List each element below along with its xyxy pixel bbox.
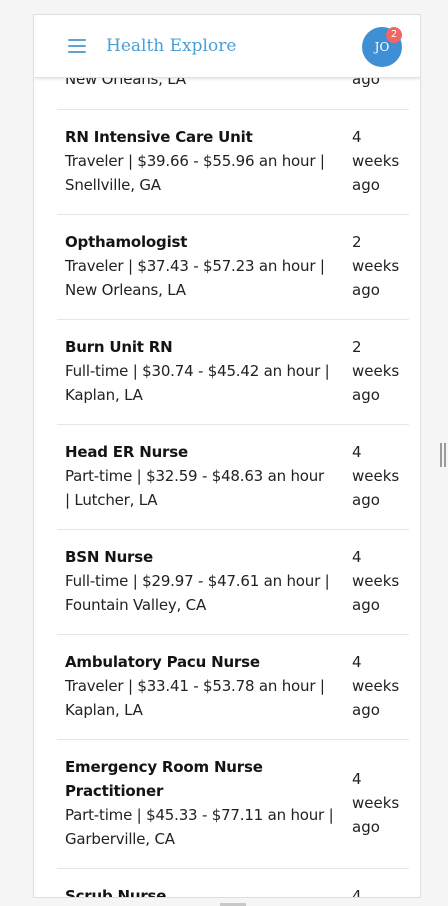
job-posted-time: 4 weeks ago xyxy=(352,440,407,512)
job-title: RN Intensive Care Unit xyxy=(65,128,253,146)
job-posted-time: 4 weeks ago xyxy=(352,650,407,722)
time-number: 2 xyxy=(352,233,362,251)
time-suffix: ago xyxy=(352,281,380,299)
job-list-item[interactable]: Burn Unit RN Full-time | $30.74 - $45.42… xyxy=(57,319,409,425)
app-title[interactable]: Health Explore xyxy=(106,36,236,56)
job-location: | Lutcher, LA xyxy=(65,491,158,509)
job-details: Traveler | $33.41 - $53.78 an hour | xyxy=(65,677,325,695)
job-title: BSN Nurse xyxy=(65,548,153,566)
job-info: Scrub Nurse xyxy=(65,884,350,898)
job-title: Ambulatory Pacu Nurse xyxy=(65,653,260,671)
notification-badge: 2 xyxy=(386,27,402,43)
job-posted-time: 4 weeks ago xyxy=(352,545,407,617)
job-details: Part-time | $45.33 - $77.11 an hour | xyxy=(65,806,334,824)
job-list-item[interactable]: Head ER Nurse Part-time | $32.59 - $48.6… xyxy=(57,424,409,530)
time-number: 4 xyxy=(352,443,362,461)
job-info: Ambulatory Pacu Nurse Traveler | $33.41 … xyxy=(65,650,350,722)
job-location: New Orleans, LA xyxy=(65,281,186,299)
job-location: Garberville, CA xyxy=(65,830,175,848)
job-info: Opthamologist Traveler | $37.43 - $57.23… xyxy=(65,230,350,302)
time-unit: weeks xyxy=(352,572,400,590)
job-info: Burn Unit RN Full-time | $30.74 - $45.42… xyxy=(65,335,350,407)
time-number: 4 xyxy=(352,128,362,146)
job-details: Traveler | $39.66 - $55.96 an hour | xyxy=(65,152,325,170)
job-posted-time: 4 xyxy=(352,887,362,898)
job-info: RN Intensive Care Unit Traveler | $39.66… xyxy=(65,125,350,197)
time-number: 4 xyxy=(352,653,362,671)
job-details: Traveler | $37.43 - $57.23 an hour | xyxy=(65,257,325,275)
job-title-line-1: Emergency Room Nurse xyxy=(65,758,263,776)
job-info: Head ER Nurse Part-time | $32.59 - $48.6… xyxy=(65,440,350,512)
job-location: Kaplan, LA xyxy=(65,386,143,404)
scroll-grip-icon[interactable] xyxy=(440,443,446,467)
job-list-item[interactable]: Ambulatory Pacu Nurse Traveler | $33.41 … xyxy=(57,634,409,740)
hamburger-menu-icon[interactable] xyxy=(68,39,86,53)
time-unit: weeks xyxy=(352,467,400,485)
time-number: 4 xyxy=(352,770,362,788)
job-details: Full-time | $29.97 - $47.61 an hour | xyxy=(65,572,330,590)
time-suffix: ago xyxy=(352,176,380,194)
job-list-item[interactable]: BSN Nurse Full-time | $29.97 - $47.61 an… xyxy=(57,529,409,635)
job-details: Part-time | $32.59 - $48.63 an hour xyxy=(65,467,325,485)
job-posted-time: 2 weeks ago xyxy=(352,230,407,302)
time-unit: weeks xyxy=(352,677,400,695)
app-header: Health Explore JO 2 xyxy=(34,15,420,78)
job-location: Fountain Valley, CA xyxy=(65,596,206,614)
job-list-item[interactable]: Emergency Room Nurse Practitioner Part-t… xyxy=(57,739,409,869)
job-title: Scrub Nurse xyxy=(65,887,167,898)
time-suffix: ago xyxy=(352,386,380,404)
time-number: 4 xyxy=(352,548,362,566)
job-info: BSN Nurse Full-time | $29.97 - $47.61 an… xyxy=(65,545,350,617)
job-title: Burn Unit RN xyxy=(65,338,173,356)
time-suffix: ago xyxy=(352,701,380,719)
job-posted-time: 4 weeks ago xyxy=(352,767,407,839)
job-location: Kaplan, LA xyxy=(65,701,143,719)
job-location: Snellville, GA xyxy=(65,176,161,194)
job-details: Full-time | $30.74 - $45.42 an hour | xyxy=(65,362,330,380)
job-title-line-2: Practitioner xyxy=(65,782,164,800)
time-number: 2 xyxy=(352,338,362,356)
job-title: Head ER Nurse xyxy=(65,443,188,461)
time-unit: weeks xyxy=(352,257,400,275)
job-list-item[interactable]: RN Intensive Care Unit Traveler | $39.66… xyxy=(57,109,409,215)
job-posted-time: 4 weeks ago xyxy=(352,125,407,197)
job-info: Emergency Room Nurse Practitioner Part-t… xyxy=(65,755,350,851)
job-list-item-partial-bottom[interactable]: Scrub Nurse 4 xyxy=(57,868,409,898)
time-suffix: ago xyxy=(352,596,380,614)
job-title: Opthamologist xyxy=(65,233,188,251)
time-unit: weeks xyxy=(352,152,400,170)
time-unit: weeks xyxy=(352,794,400,812)
job-list-item[interactable]: Opthamologist Traveler | $37.43 - $57.23… xyxy=(57,214,409,320)
app-frame: New Orleans, LA ago RN Intensive Care Un… xyxy=(33,14,421,898)
time-suffix: ago xyxy=(352,491,380,509)
time-suffix: ago xyxy=(352,818,380,836)
job-posted-time: 2 weeks ago xyxy=(352,335,407,407)
time-unit: weeks xyxy=(352,362,400,380)
